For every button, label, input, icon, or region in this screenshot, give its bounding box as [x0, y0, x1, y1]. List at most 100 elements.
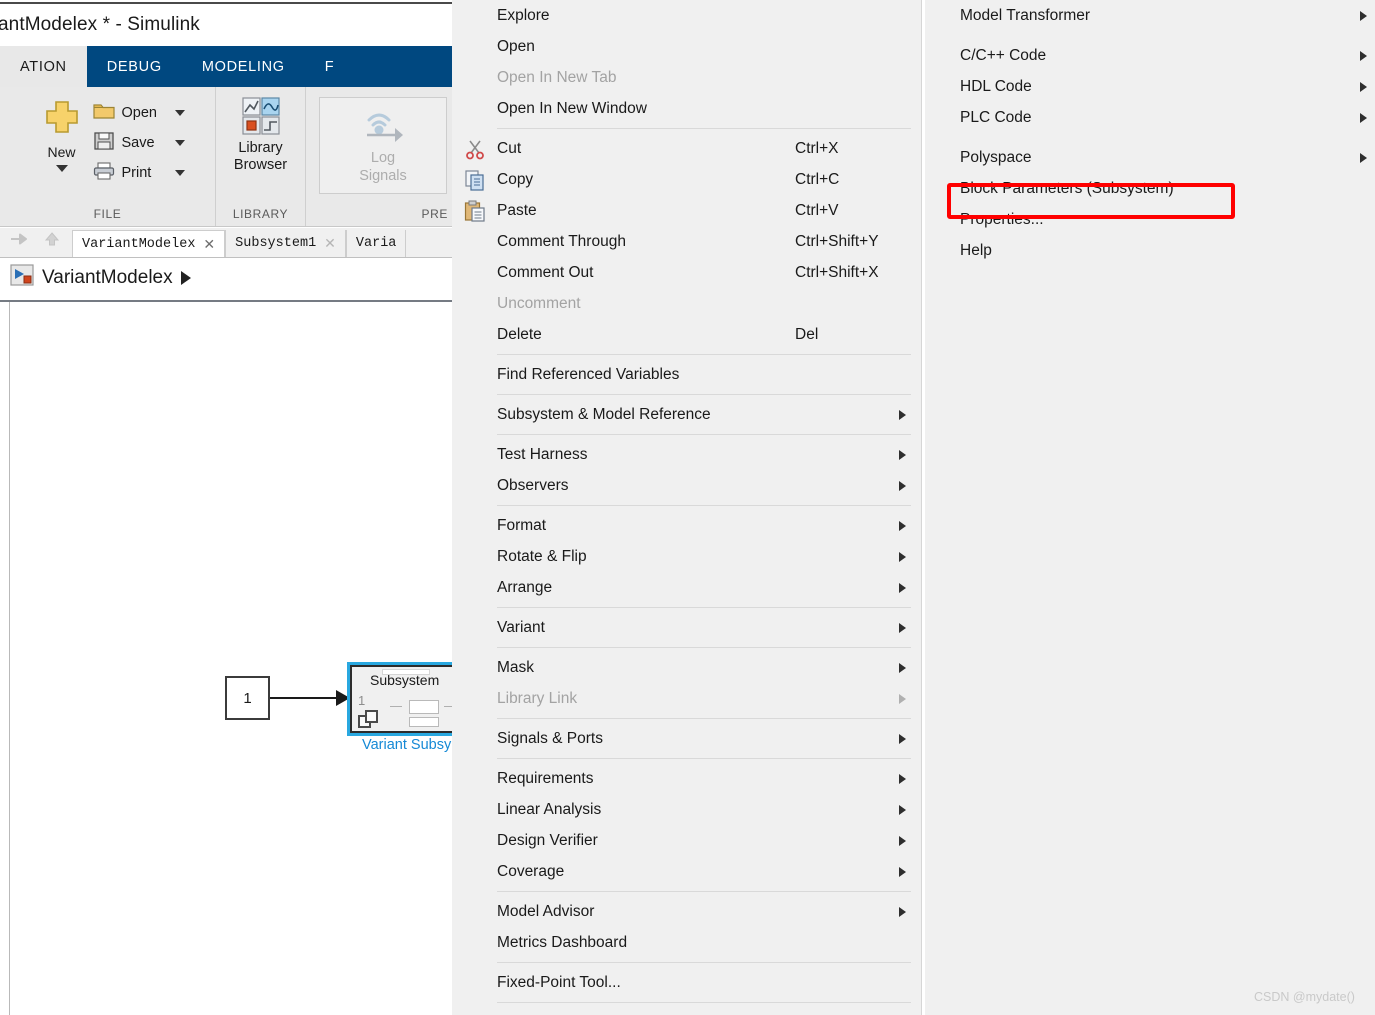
menu-item-arrange[interactable]: Arrange: [452, 572, 921, 603]
library-browser-icon: [242, 97, 280, 140]
submenu-panel[interactable]: Model Transformer C/C++ Code HDL Code PL…: [925, 0, 1375, 1015]
ribbon-tab-label: DEBUG: [107, 59, 162, 75]
ribbon-tab-simulation[interactable]: ATION: [0, 46, 87, 87]
menu-separator: [497, 962, 911, 963]
ribbon-tab-modeling[interactable]: MODELING: [182, 46, 305, 87]
menu-item-mask[interactable]: Mask: [452, 652, 921, 683]
menu-separator: [497, 758, 911, 759]
breadcrumb: VariantModelex: [0, 258, 460, 298]
variant-subsystem-block[interactable]: Subsystem 1: [350, 665, 460, 733]
submenu-item-hdl-code[interactable]: HDL Code: [925, 71, 1375, 102]
chevron-right-icon: [899, 623, 906, 633]
model-tab-bar: VariantModelex ✕ Subsystem1 ✕ Varia: [0, 228, 460, 258]
menu-item-label: Rotate & Flip: [497, 548, 587, 566]
log-signals-button[interactable]: Log Signals: [319, 97, 447, 194]
menu-item-design-verifier[interactable]: Design Verifier: [452, 825, 921, 856]
menu-item-label: Cut: [497, 140, 521, 158]
submenu-item-properties[interactable]: Properties...: [925, 204, 1375, 235]
ribbon-tab-label: ATION: [20, 59, 67, 75]
menu-item-delete[interactable]: Delete Del: [452, 319, 921, 350]
open-button[interactable]: Open: [93, 101, 185, 125]
library-browser-button[interactable]: Library Browser: [218, 97, 304, 174]
chevron-right-icon[interactable]: [181, 271, 191, 285]
menu-item-model-advisor[interactable]: Model Advisor: [452, 896, 921, 927]
ribbon-tab-debug[interactable]: DEBUG: [87, 46, 182, 87]
menu-item-variant[interactable]: Variant: [452, 612, 921, 643]
menu-item-coverage[interactable]: Coverage: [452, 856, 921, 887]
submenu-gap: [925, 133, 1375, 142]
chevron-right-icon: [899, 694, 906, 704]
printer-icon: [93, 161, 115, 186]
menu-separator: [497, 718, 911, 719]
menu-item-open[interactable]: Open: [452, 31, 921, 62]
menu-item-subsystem-model-reference[interactable]: Subsystem & Model Reference: [452, 399, 921, 430]
new-button-label: New: [47, 144, 75, 160]
menu-item-label: Comment Out: [497, 264, 593, 282]
chevron-right-icon: [899, 907, 906, 917]
ribbon-tab-format[interactable]: F: [305, 46, 355, 87]
signal-line[interactable]: [270, 697, 338, 699]
menu-item-observers[interactable]: Observers: [452, 470, 921, 501]
submenu-item-label: Help: [960, 242, 992, 260]
menu-item-metrics-dashboard[interactable]: Metrics Dashboard: [452, 927, 921, 958]
save-button[interactable]: Save: [93, 131, 185, 155]
chevron-right-icon: [899, 583, 906, 593]
open-button-label: Open: [122, 105, 168, 121]
menu-item-test-harness[interactable]: Test Harness: [452, 439, 921, 470]
floppy-disk-icon: [93, 131, 115, 156]
submenu-item-block-parameters[interactable]: Block Parameters (Subsystem): [925, 173, 1375, 204]
menu-item-shortcut: Ctrl+Shift+X: [795, 264, 879, 282]
menu-item-open-in-new-window[interactable]: Open In New Window: [452, 93, 921, 124]
menu-item-label: Requirements: [497, 770, 594, 788]
print-button[interactable]: Print: [93, 161, 185, 185]
window-titlebar: antModelex * - Simulink: [0, 2, 460, 45]
constant-block[interactable]: 1: [225, 676, 270, 720]
submenu-item-plc-code[interactable]: PLC Code: [925, 102, 1375, 133]
menu-item-label: Design Verifier: [497, 832, 598, 850]
menu-separator: [497, 354, 911, 355]
forward-arrow-icon[interactable]: [10, 232, 30, 251]
chevron-down-icon[interactable]: [175, 110, 185, 116]
menu-item-label: Explore: [497, 7, 550, 25]
menu-item-copy[interactable]: Copy Ctrl+C: [452, 164, 921, 195]
breadcrumb-label[interactable]: VariantModelex: [42, 267, 173, 289]
ribbon-tab-strip: ATION DEBUG MODELING F: [0, 46, 460, 87]
menu-item-format[interactable]: Format: [452, 510, 921, 541]
chevron-down-icon[interactable]: [56, 165, 68, 172]
menu-item-explore[interactable]: Explore: [452, 0, 921, 31]
new-button[interactable]: New: [31, 97, 93, 172]
menu-item-label: Open In New Window: [497, 100, 647, 118]
menu-item-linear-analysis[interactable]: Linear Analysis: [452, 794, 921, 825]
model-canvas[interactable]: [0, 300, 460, 1015]
menu-item-comment-through[interactable]: Comment Through Ctrl+Shift+Y: [452, 226, 921, 257]
menu-item-rotate-flip[interactable]: Rotate & Flip: [452, 541, 921, 572]
menu-item-requirements[interactable]: Requirements: [452, 763, 921, 794]
submenu-item-c-cpp-code[interactable]: C/C++ Code: [925, 40, 1375, 71]
submenu-item-polyspace[interactable]: Polyspace: [925, 142, 1375, 173]
model-tab-variantmodelex[interactable]: VariantModelex ✕: [72, 230, 225, 257]
model-tab-variant[interactable]: Varia: [346, 230, 407, 257]
menu-item-find-referenced-variables[interactable]: Find Referenced Variables: [452, 359, 921, 390]
model-tab-subsystem1[interactable]: Subsystem1 ✕: [225, 230, 346, 257]
chevron-down-icon[interactable]: [175, 140, 185, 146]
up-arrow-icon[interactable]: [44, 231, 60, 252]
menu-item-fixed-point-tool[interactable]: Fixed-Point Tool...: [452, 967, 921, 998]
close-icon[interactable]: ✕: [324, 235, 336, 252]
chevron-down-icon[interactable]: [175, 170, 185, 176]
ribbon-group-prepare: Log Signals PRE: [306, 87, 460, 226]
print-button-label: Print: [122, 165, 168, 181]
menu-item-paste[interactable]: Paste Ctrl+V: [452, 195, 921, 226]
menu-item-signals-ports[interactable]: Signals & Ports: [452, 723, 921, 754]
menu-item-label: Fixed-Point Tool...: [497, 974, 621, 992]
menu-separator: [497, 434, 911, 435]
context-menu[interactable]: Explore Open Open In New Tab Open In New…: [452, 0, 922, 1015]
menu-item-cut[interactable]: Cut Ctrl+X: [452, 133, 921, 164]
close-icon[interactable]: ✕: [203, 236, 215, 253]
submenu-item-help[interactable]: Help: [925, 235, 1375, 266]
menu-separator: [497, 1002, 911, 1003]
submenu-item-model-transformer[interactable]: Model Transformer: [925, 0, 1375, 31]
menu-item-comment-out[interactable]: Comment Out Ctrl+Shift+X: [452, 257, 921, 288]
submenu-item-label: HDL Code: [960, 78, 1032, 96]
mini-block: [382, 669, 430, 675]
folder-icon: [93, 101, 115, 126]
